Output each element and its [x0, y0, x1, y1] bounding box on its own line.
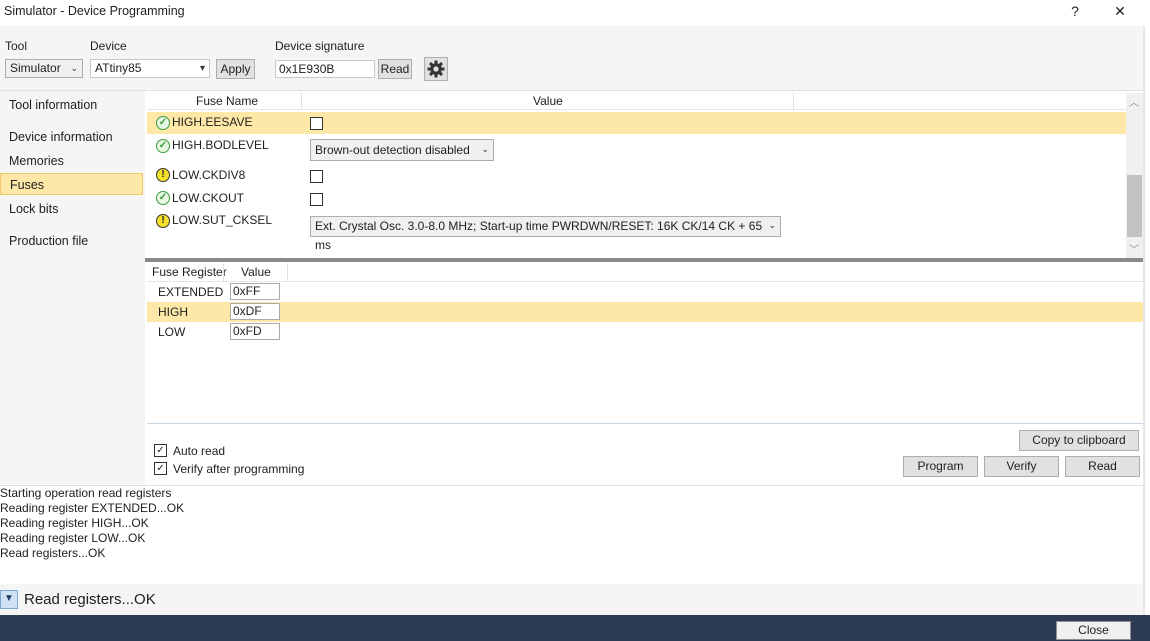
copy-to-clipboard-button[interactable]: Copy to clipboard — [1019, 430, 1139, 451]
register-row-high[interactable]: HIGH 0xDF — [147, 302, 1143, 322]
register-value-high[interactable]: 0xDF — [230, 303, 280, 320]
read-signature-button[interactable]: Read — [378, 59, 412, 79]
register-value-column-header[interactable]: Value — [241, 263, 271, 281]
column-divider — [287, 263, 288, 281]
fuse-select-bodlevel[interactable]: Brown-out detection disabled ⌄ — [310, 139, 494, 161]
expand-log-button[interactable]: ▼ — [0, 590, 18, 609]
fuse-name: LOW.CKOUT — [172, 191, 245, 205]
gear-icon — [427, 60, 445, 78]
fuse-select-value: Brown-out detection disabled — [315, 143, 470, 157]
check-ok-icon: ✓ — [156, 116, 170, 130]
register-row-low[interactable]: LOW 0xFD — [147, 322, 1143, 342]
register-name: HIGH — [158, 305, 188, 319]
nav-item-tool-information[interactable]: Tool information — [0, 94, 143, 116]
tool-select[interactable]: Simulator ⌄ — [5, 59, 83, 78]
nav-item-memories[interactable]: Memories — [0, 150, 143, 172]
fuse-select-sut-cksel[interactable]: Ext. Crystal Osc. 3.0-8.0 MHz; Start-up … — [310, 216, 781, 252]
close-icon: ✕ — [1114, 3, 1126, 19]
help-button[interactable]: ? — [1060, 2, 1090, 22]
scroll-down-icon[interactable]: ﹀ — [1129, 241, 1139, 256]
fuse-row-low-ckdiv8[interactable]: ! LOW.CKDIV8 — [147, 165, 1127, 187]
close-button[interactable]: Close — [1056, 621, 1131, 640]
fuse-name-column-header[interactable]: Fuse Name — [196, 93, 258, 109]
device-signature-field[interactable]: 0x1E930B — [275, 60, 375, 78]
chevron-down-icon: ⌄ — [768, 220, 776, 230]
fuse-checkbox-high-eesave[interactable] — [310, 117, 323, 130]
fuse-value-column-header[interactable]: Value — [533, 93, 563, 109]
settings-button[interactable] — [424, 57, 448, 81]
chevron-down-icon: ▼ — [4, 593, 14, 604]
verify-after-programming-checkbox[interactable]: ✓ — [154, 462, 167, 475]
fuse-grid: Fuse Name Value ✓ HIGH.EESAVE ✓ HIGH.BOD… — [147, 93, 1127, 258]
log-line: Starting operation read registers — [0, 486, 172, 500]
nav-item-lock-bits[interactable]: Lock bits — [0, 198, 143, 220]
fuse-select-value: Ext. Crystal Osc. 3.0-8.0 MHz; Start-up … — [315, 219, 763, 252]
output-log[interactable]: Starting operation read registers Readin… — [0, 485, 1143, 585]
column-divider — [793, 93, 794, 109]
title-bar: Simulator - Device Programming ? ✕ — [0, 0, 1145, 26]
log-line: Reading register EXTENDED...OK — [0, 501, 185, 515]
dialog-footer: Close — [0, 615, 1150, 641]
status-text: Read registers...OK — [24, 591, 156, 608]
register-name: LOW — [158, 325, 186, 339]
scrollbar-thumb[interactable] — [1127, 175, 1142, 237]
warning-icon: ! — [156, 214, 170, 228]
nav-item-fuses[interactable]: Fuses — [0, 173, 143, 195]
fuse-row-low-ckout[interactable]: ✓ LOW.CKOUT — [147, 188, 1127, 210]
register-value-low[interactable]: 0xFD — [230, 323, 280, 340]
chevron-down-icon: ⌄ — [70, 63, 78, 73]
chevron-down-icon: ⌄ — [481, 144, 489, 154]
check-ok-icon: ✓ — [156, 139, 170, 153]
fuse-name: HIGH.BODLEVEL — [172, 138, 269, 152]
register-table-header: Fuse Register Value — [147, 263, 1143, 282]
close-window-button[interactable]: ✕ — [1105, 2, 1135, 22]
fuse-name: LOW.CKDIV8 — [172, 168, 246, 182]
fuse-register-column-header[interactable]: Fuse Register — [152, 263, 227, 281]
scroll-up-icon[interactable]: ︿ — [1129, 94, 1139, 109]
fuse-row-low-sut-cksel[interactable]: ! LOW.SUT_CKSEL Ext. Crystal Osc. 3.0-8.… — [147, 211, 1127, 252]
device-signature-label: Device signature — [275, 39, 365, 53]
check-ok-icon: ✓ — [156, 191, 170, 205]
tool-select-value: Simulator — [10, 61, 61, 75]
verify-after-programming-label: Verify after programming — [173, 462, 305, 476]
nav-item-production-file[interactable]: Production file — [0, 230, 143, 252]
status-bar: ▼ Read registers...OK — [0, 584, 1143, 615]
register-name: EXTENDED — [158, 285, 224, 299]
verify-button[interactable]: Verify — [984, 456, 1059, 477]
device-select-value: ATtiny85 — [95, 61, 142, 75]
log-line: Reading register LOW...OK — [0, 531, 146, 545]
column-divider — [301, 93, 302, 109]
register-row-extended[interactable]: EXTENDED 0xFF — [147, 282, 1143, 302]
dropdown-arrow-icon: ▾ — [199, 63, 205, 74]
device-label: Device — [90, 39, 127, 53]
register-value-extended[interactable]: 0xFF — [230, 283, 280, 300]
log-line: Reading register HIGH...OK — [0, 516, 149, 530]
fuse-grid-scrollbar[interactable]: ︿ ﹀ — [1126, 93, 1143, 258]
grid-splitter[interactable] — [145, 258, 1143, 262]
warning-icon: ! — [156, 168, 170, 182]
fuse-name: LOW.SUT_CKSEL — [172, 213, 273, 227]
fuse-name: HIGH.EESAVE — [172, 115, 253, 129]
fuse-row-high-bodlevel[interactable]: ✓ HIGH.BODLEVEL Brown-out detection disa… — [147, 137, 1127, 163]
program-button[interactable]: Program — [903, 456, 978, 477]
tool-label: Tool — [5, 39, 28, 53]
fuse-row-high-eesave[interactable]: ✓ HIGH.EESAVE — [147, 112, 1127, 134]
device-select[interactable]: ATtiny85 ▾ — [90, 59, 210, 78]
log-line: Read registers...OK — [0, 546, 106, 560]
read-button[interactable]: Read — [1065, 456, 1140, 477]
fuse-register-table: Fuse Register Value EXTENDED 0xFF HIGH 0… — [147, 263, 1143, 424]
auto-read-label: Auto read — [173, 444, 226, 458]
fuse-checkbox-low-ckdiv8[interactable] — [310, 170, 323, 183]
window-title: Simulator - Device Programming — [4, 4, 185, 18]
nav-item-device-information[interactable]: Device information — [0, 126, 143, 148]
column-divider — [223, 263, 224, 281]
side-navigation: Tool information Device information Memo… — [0, 91, 145, 484]
device-toolbar: Tool Simulator ⌄ Device ATtiny85 ▾ Apply… — [0, 26, 1145, 91]
fuse-checkbox-low-ckout[interactable] — [310, 193, 323, 206]
auto-read-checkbox[interactable]: ✓ — [154, 444, 167, 457]
fuse-grid-header: Fuse Name Value — [147, 93, 1127, 110]
window-right-border — [1143, 26, 1145, 615]
apply-button[interactable]: Apply — [216, 59, 255, 79]
